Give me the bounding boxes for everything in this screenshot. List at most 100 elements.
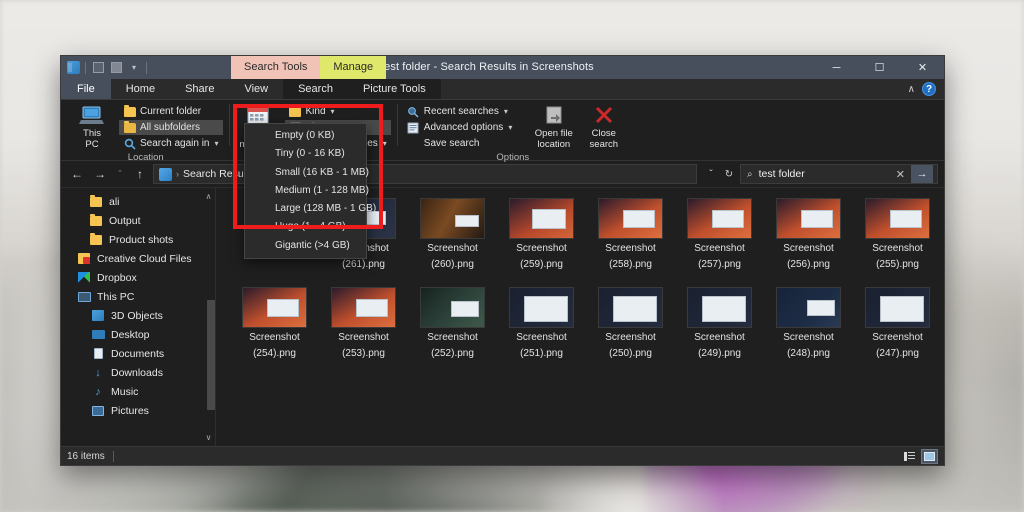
nav-label: 3D Objects [111, 309, 163, 322]
kind-button[interactable]: Kind ▾ [285, 104, 391, 119]
collapse-ribbon-chevron-up-icon[interactable]: ∧ [908, 84, 915, 95]
nav-item-desktop[interactable]: Desktop [61, 325, 215, 344]
image-thumbnail [242, 287, 307, 328]
up-button[interactable]: ↑ [130, 164, 150, 184]
tab-search[interactable]: Search [283, 79, 348, 99]
this-pc-button[interactable]: This PC [69, 103, 115, 150]
qat-chevron-down-icon[interactable]: ▾ [126, 60, 142, 76]
current-folder-button[interactable]: Current folder [119, 104, 223, 119]
clear-search-icon[interactable]: ✕ [896, 168, 905, 181]
close-search-button[interactable]: Close search [581, 103, 627, 150]
tab-home[interactable]: Home [111, 79, 170, 99]
search-go-button[interactable]: → [911, 165, 933, 183]
file-label-line1: Screenshot [694, 332, 745, 343]
back-button[interactable]: ← [67, 164, 87, 184]
file-label-line2: (247).png [876, 348, 919, 359]
tab-picture-tools[interactable]: Picture Tools [347, 79, 441, 99]
save-search-button[interactable]: Save search [403, 136, 521, 151]
file-item-screenshot-254[interactable]: Screenshot (254).png [230, 287, 319, 360]
file-label-line1: Screenshot [427, 332, 478, 343]
help-icon[interactable]: ? [922, 82, 936, 96]
large-icons-view-button[interactable] [921, 448, 938, 464]
close-search-x-icon [591, 104, 617, 128]
image-thumbnail [598, 198, 663, 239]
size-menu-item-large[interactable]: Large (128 MB - 1 GB) [245, 200, 376, 218]
image-thumbnail [865, 198, 930, 239]
file-item-screenshot-258[interactable]: Screenshot (258).png [586, 198, 675, 271]
tab-view[interactable]: View [229, 79, 283, 99]
nav-item-dropbox[interactable]: Dropbox [61, 268, 215, 287]
size-menu-item-huge[interactable]: Huge (1 - 4 GB) [245, 218, 366, 236]
file-item-screenshot-253[interactable]: Screenshot (253).png [319, 287, 408, 360]
file-item-screenshot-256[interactable]: Screenshot (256).png [764, 198, 853, 271]
tab-share[interactable]: Share [170, 79, 229, 99]
address-chevron-down-icon[interactable]: ˇ [703, 164, 719, 184]
open-file-location-icon [541, 104, 567, 128]
search-box[interactable]: ⌕ test folder ✕ → [740, 164, 938, 184]
nav-item-3d-objects[interactable]: 3D Objects [61, 306, 215, 325]
file-item-screenshot-255[interactable]: Screenshot (255).png [853, 198, 942, 271]
nav-item-documents[interactable]: Documents [61, 344, 215, 363]
recent-locations-button[interactable]: ˇ [113, 164, 127, 184]
nav-item-ali[interactable]: ali [61, 192, 215, 211]
address-path-input[interactable]: › Search Results in [153, 164, 697, 184]
file-item-screenshot-247[interactable]: Screenshot (247).png [853, 287, 942, 360]
open-file-location-label-2: location [537, 139, 571, 150]
properties-icon[interactable] [90, 60, 106, 76]
search-again-in-button[interactable]: Search again in ▾ [119, 136, 223, 151]
quick-access-toolbar: ▾ [61, 56, 149, 79]
scroll-down-icon[interactable]: ∨ [206, 433, 212, 442]
minimize-button[interactable]: ─ [815, 56, 858, 79]
navpane-scroll-thumb[interactable] [207, 300, 215, 410]
image-thumbnail [509, 198, 574, 239]
close-button[interactable]: ✕ [901, 56, 944, 79]
context-tab-search-tools[interactable]: Search Tools [231, 56, 321, 79]
scroll-up-icon[interactable]: ∧ [206, 192, 212, 201]
nav-item-creative-cloud-files[interactable]: Creative Cloud Files [61, 249, 215, 268]
size-menu-item-small[interactable]: Small (16 KB - 1 MB) [245, 164, 369, 182]
search-input[interactable]: test folder [759, 168, 890, 180]
file-item-screenshot-252[interactable]: Screenshot (252).png [408, 287, 497, 360]
forward-button[interactable]: → [90, 164, 110, 184]
new-folder-icon[interactable] [108, 60, 124, 76]
open-file-location-button[interactable]: Open file location [531, 103, 577, 150]
nav-item-product-shots[interactable]: Product shots [61, 230, 215, 249]
tab-file[interactable]: File [61, 79, 111, 99]
file-item-screenshot-249[interactable]: Screenshot (249).png [675, 287, 764, 360]
image-thumbnail [776, 287, 841, 328]
this-pc-label-1: This [83, 128, 101, 139]
file-item-screenshot-248[interactable]: Screenshot (248).png [764, 287, 853, 360]
image-thumbnail [865, 287, 930, 328]
context-tab-manage[interactable]: Manage [320, 56, 387, 79]
refresh-button[interactable]: ↻ [721, 164, 737, 184]
all-subfolders-button[interactable]: All subfolders [119, 120, 223, 135]
size-menu-item-empty[interactable]: Empty (0 KB) [245, 127, 366, 145]
size-menu-item-gigantic[interactable]: Gigantic (>4 GB) [245, 237, 366, 255]
nav-item-pictures[interactable]: Pictures [61, 401, 215, 420]
size-menu-item-tiny[interactable]: Tiny (0 - 16 KB) [245, 145, 366, 163]
file-item-screenshot-257[interactable]: Screenshot (257).png [675, 198, 764, 271]
recent-searches-button[interactable]: Recent searches ▾ [403, 104, 521, 119]
nav-item-output[interactable]: Output [61, 211, 215, 230]
nav-label: Creative Cloud Files [97, 252, 192, 265]
search-again-chevron-down-icon: ▾ [214, 139, 219, 148]
file-label-line1: Screenshot [694, 243, 745, 254]
address-bar-actions: ˇ ↻ [700, 164, 737, 184]
nav-item-downloads[interactable]: ↓ Downloads [61, 363, 215, 382]
maximize-button[interactable]: ☐ [858, 56, 901, 79]
file-label-line2: (261).png [342, 259, 385, 270]
file-item-screenshot-259[interactable]: Screenshot (259).png [497, 198, 586, 271]
address-bar-row: ← → ˇ ↑ › Search Results in ˇ ↻ ⌕ test f… [61, 161, 944, 188]
nav-label: Downloads [111, 366, 163, 379]
file-item-screenshot-251[interactable]: Screenshot (251).png [497, 287, 586, 360]
size-menu-item-medium[interactable]: Medium (1 - 128 MB) [245, 182, 369, 200]
file-item-screenshot-260[interactable]: Screenshot (260).png [408, 198, 497, 271]
file-item-screenshot-250[interactable]: Screenshot (250).png [586, 287, 675, 360]
file-label-line1: Screenshot [338, 332, 389, 343]
details-view-button[interactable] [901, 449, 918, 464]
advanced-options-button[interactable]: Advanced options ▾ [403, 120, 521, 135]
nav-item-music[interactable]: ♪ Music [61, 382, 215, 401]
nav-item-this-pc[interactable]: This PC [61, 287, 215, 306]
file-label-line2: (260).png [431, 259, 474, 270]
explorer-logo-icon [65, 60, 81, 76]
